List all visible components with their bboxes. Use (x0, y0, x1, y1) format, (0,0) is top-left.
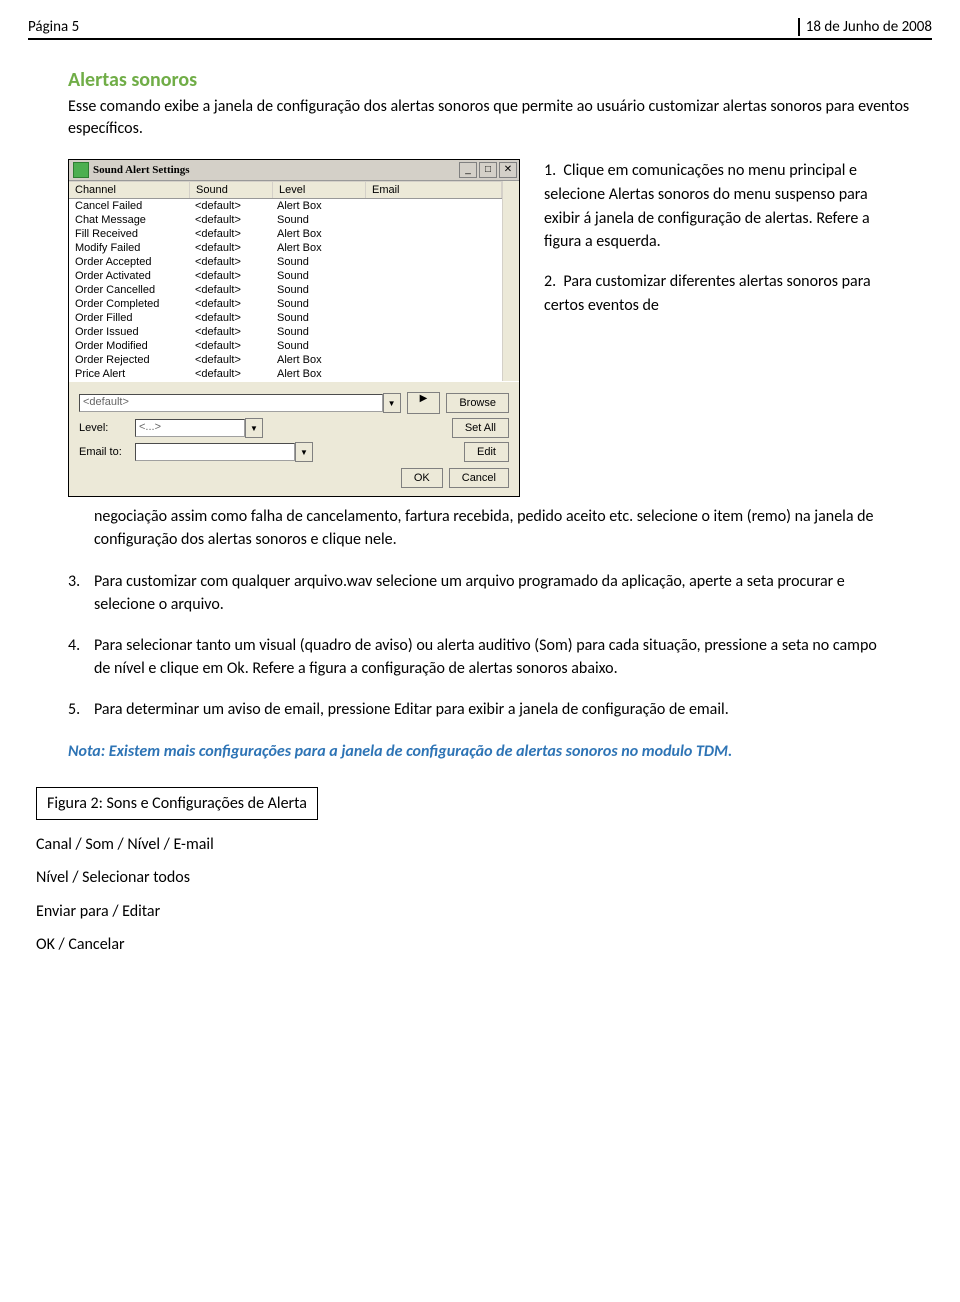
translation-glossary: Canal / Som / Nível / E-mail Nível / Sel… (36, 828, 932, 962)
sound-select[interactable]: <default> (79, 394, 383, 412)
steps-beside-figure: 1. Clique em comunicações no menu princi… (68, 159, 892, 317)
glossary-line-4: OK / Cancelar (36, 928, 932, 962)
note-paragraph: Nota: Existem mais configurações para a … (68, 740, 892, 763)
table-row[interactable]: Order Issued<default>Sound (69, 325, 502, 339)
table-row[interactable]: Order Rejected<default>Alert Box (69, 353, 502, 367)
step-2-continued: negociação assim como falha de cancelame… (68, 505, 892, 551)
set-all-button[interactable]: Set All (452, 418, 509, 438)
email-to-label: Email to: (79, 446, 135, 458)
edit-button[interactable]: Edit (464, 442, 509, 462)
table-row[interactable]: Order Modified<default>Sound (69, 339, 502, 353)
settings-panel: <default> ▼ ▶ Browse Level: <...> ▼ Set … (69, 381, 519, 496)
step-5: 5.Para determinar um aviso de email, pre… (68, 698, 892, 721)
figure-caption-box: Figura 2: Sons e Configurações de Alerta (36, 787, 318, 820)
page-header: Página 5 18 de Junho de 2008 (28, 18, 932, 40)
play-arrow-icon[interactable]: ▶ (407, 392, 441, 414)
cancel-button[interactable]: Cancel (449, 468, 509, 488)
step-3: 3.Para customizar com qualquer arquivo.w… (68, 570, 892, 616)
ok-button[interactable]: OK (401, 468, 443, 488)
table-row[interactable]: Order Accepted<default>Sound (69, 255, 502, 269)
step-1: 1. Clique em comunicações no menu princi… (68, 159, 892, 254)
browse-button[interactable]: Browse (446, 393, 509, 413)
chevron-down-icon[interactable]: ▼ (295, 442, 313, 462)
steps-continued: negociação assim como falha de cancelame… (68, 505, 892, 721)
chevron-down-icon[interactable]: ▼ (383, 393, 401, 413)
header-divider (798, 18, 800, 36)
page-number: Página 5 (28, 18, 89, 36)
level-select[interactable]: <...> (135, 419, 245, 437)
figure-caption-label: Figura 2 (47, 794, 99, 813)
figure-caption-text: : Sons e Configurações de Alerta (99, 794, 307, 813)
intro-paragraph: Esse comando exibe a janela de configura… (68, 96, 932, 139)
table-row[interactable]: Price Alert<default>Alert Box (69, 367, 502, 381)
glossary-line-3: Enviar para / Editar (36, 895, 932, 929)
email-to-select[interactable] (135, 443, 295, 461)
chevron-down-icon[interactable]: ▼ (245, 418, 263, 438)
glossary-line-1: Canal / Som / Nível / E-mail (36, 828, 932, 862)
section-heading: Alertas sonoros (68, 68, 932, 92)
step-4: 4.Para selecionar tanto um visual (quadr… (68, 634, 892, 680)
level-label: Level: (79, 422, 135, 434)
step-2-top: 2. Para customizar diferentes alertas so… (68, 270, 892, 317)
page-date: 18 de Junho de 2008 (806, 18, 932, 36)
glossary-line-2: Nível / Selecionar todos (36, 861, 932, 895)
